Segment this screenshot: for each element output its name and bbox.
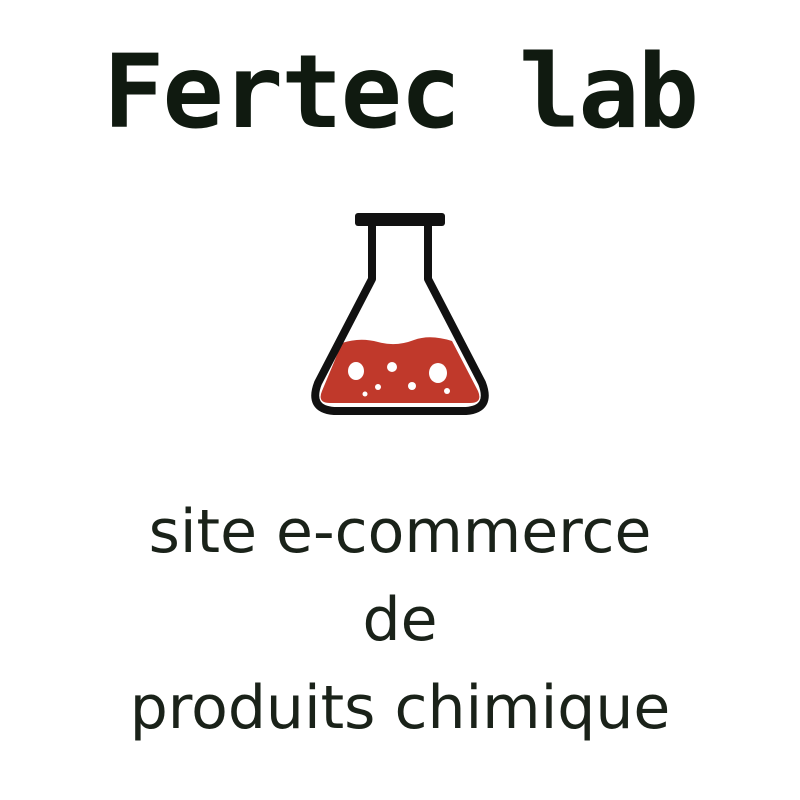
chemistry-flask-icon	[311, 213, 489, 415]
page: Fertec lab site e-commerce de produits c…	[0, 0, 800, 800]
tagline-line-2: de	[362, 585, 438, 655]
tagline-line-3: produits chimique	[129, 673, 671, 743]
tagline-line-1: site e-commerce	[148, 497, 652, 567]
brand-title: Fertec lab	[102, 33, 699, 152]
